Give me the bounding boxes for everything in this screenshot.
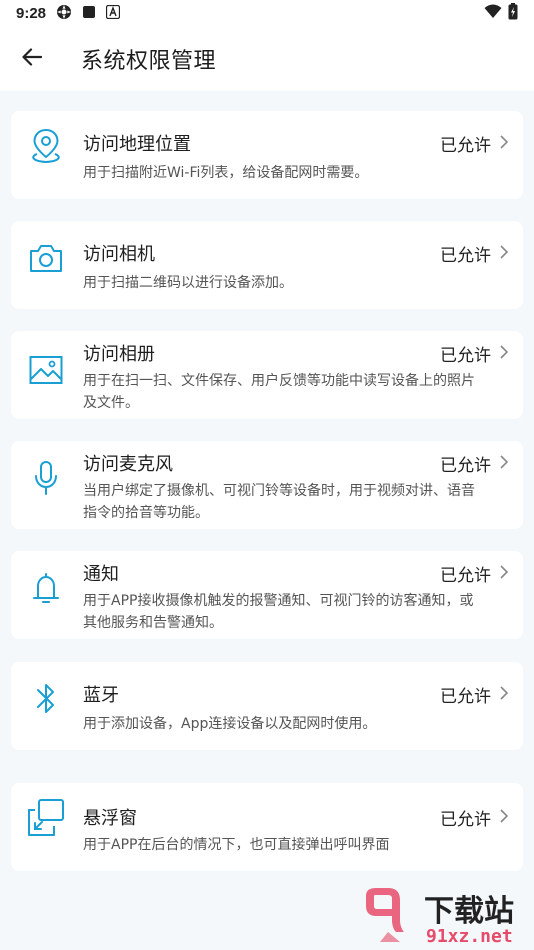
bell-icon [27, 569, 65, 607]
permission-title: 访问麦克风 [83, 454, 173, 475]
status-time: 9:28 [16, 5, 47, 22]
description-line: 及文件。 [83, 395, 139, 411]
permission-status: 已允许 [440, 456, 491, 476]
bluetooth-icon [27, 680, 65, 718]
chevron-right-icon [500, 455, 509, 469]
permission-card-notification[interactable]: 通知 已允许 用于APP接收摄像机触发的报警通知、可视门铃的访客通知，或 其他服… [11, 551, 523, 639]
description-line: 用于APP在后台的情况下，也可直接弹出呼叫界面 [83, 837, 390, 853]
permission-card-location[interactable]: 访问地理位置 已允许 用于扫描附近Wi-Fi列表，给设备配网时需要。 [11, 111, 523, 199]
location-pin-icon [27, 127, 65, 165]
description-line: 用于在扫一扫、文件保存、用户反馈等功能中读写设备上的照片 [83, 373, 475, 389]
permission-title: 通知 [83, 564, 119, 585]
permission-description: 用于APP接收摄像机触发的报警通知、可视门铃的访客通知，或 其他服务和告警通知。 [83, 590, 515, 634]
permission-status: 已允许 [440, 136, 491, 156]
watermark-site-text: 91xz.net [426, 926, 513, 947]
arrow-left-icon [22, 48, 43, 70]
permission-card-microphone[interactable]: 访问麦克风 已允许 当用户绑定了摄像机、可视门铃等设备时，用于视频对讲、语音 指… [11, 441, 523, 529]
wifi-icon [484, 4, 502, 23]
permission-status: 已允许 [440, 246, 491, 266]
permission-description: 当用户绑定了摄像机、可视门铃等设备时，用于视频对讲、语音 指令的拾音等功能。 [83, 480, 515, 524]
permission-description: 用于在扫一扫、文件保存、用户反馈等功能中读写设备上的照片 及文件。 [83, 370, 515, 414]
status-left: 9:28 [16, 4, 121, 24]
permission-title: 访问地理位置 [83, 134, 191, 155]
status-right [484, 3, 518, 24]
permission-description: 用于APP在后台的情况下，也可直接弹出呼叫界面 [83, 834, 515, 856]
chevron-right-icon [500, 565, 509, 579]
description-line: 用于添加设备，App连接设备以及配网时使用。 [83, 716, 377, 732]
chevron-right-icon [500, 686, 509, 700]
battery-icon [508, 3, 518, 24]
permission-status: 已允许 [440, 346, 491, 366]
permission-title: 访问相机 [83, 244, 155, 265]
permission-card-bluetooth[interactable]: 蓝牙 已允许 用于添加设备，App连接设备以及配网时使用。 [11, 662, 523, 750]
watermark-brand-text: 下载站 [424, 894, 514, 929]
chevron-right-icon [500, 345, 509, 359]
status-bar: 9:28 [0, 0, 534, 27]
watermark-logo: 下载站 91xz.net [360, 886, 530, 948]
permission-status: 已允许 [440, 566, 491, 586]
permission-card-album[interactable]: 访问相册 已允许 用于在扫一扫、文件保存、用户反馈等功能中读写设备上的照片 及文… [11, 331, 523, 419]
description-line: 当用户绑定了摄像机、可视门铃等设备时，用于视频对讲、语音 [83, 483, 475, 499]
description-line: 用于扫描附近Wi-Fi列表，给设备配网时需要。 [83, 165, 369, 181]
permission-description: 用于添加设备，App连接设备以及配网时使用。 [83, 713, 515, 735]
permission-title: 蓝牙 [83, 685, 119, 706]
chevron-right-icon [500, 135, 509, 149]
permission-status: 已允许 [440, 687, 491, 707]
camera-icon [27, 239, 65, 277]
chevron-right-icon [500, 809, 509, 823]
description-line: 用于APP接收摄像机触发的报警通知、可视门铃的访客通知，或 [83, 593, 474, 609]
permission-status: 已允许 [440, 810, 491, 830]
microphone-icon [27, 459, 65, 497]
description-line: 用于扫描二维码以进行设备添加。 [83, 275, 293, 291]
app-icon [105, 4, 121, 23]
app-bar: 系统权限管理 [0, 27, 534, 91]
page-title: 系统权限管理 [81, 49, 217, 74]
permission-title: 访问相册 [83, 344, 155, 365]
permission-card-camera[interactable]: 访问相机 已允许 用于扫描二维码以进行设备添加。 [11, 221, 523, 309]
permission-description: 用于扫描附近Wi-Fi列表，给设备配网时需要。 [83, 162, 515, 184]
settings-icon [56, 4, 72, 24]
image-icon [27, 351, 65, 389]
permission-title: 悬浮窗 [83, 808, 137, 829]
notification-icon [82, 5, 96, 23]
permission-description: 用于扫描二维码以进行设备添加。 [83, 272, 515, 294]
description-line: 指令的拾音等功能。 [83, 505, 209, 521]
back-button[interactable] [0, 27, 64, 91]
permission-card-floating-window[interactable]: 悬浮窗 已允许 用于APP在后台的情况下，也可直接弹出呼叫界面 [11, 783, 523, 871]
description-line: 其他服务和告警通知。 [83, 615, 223, 631]
chevron-right-icon [500, 245, 509, 259]
floating-window-icon [27, 799, 65, 837]
